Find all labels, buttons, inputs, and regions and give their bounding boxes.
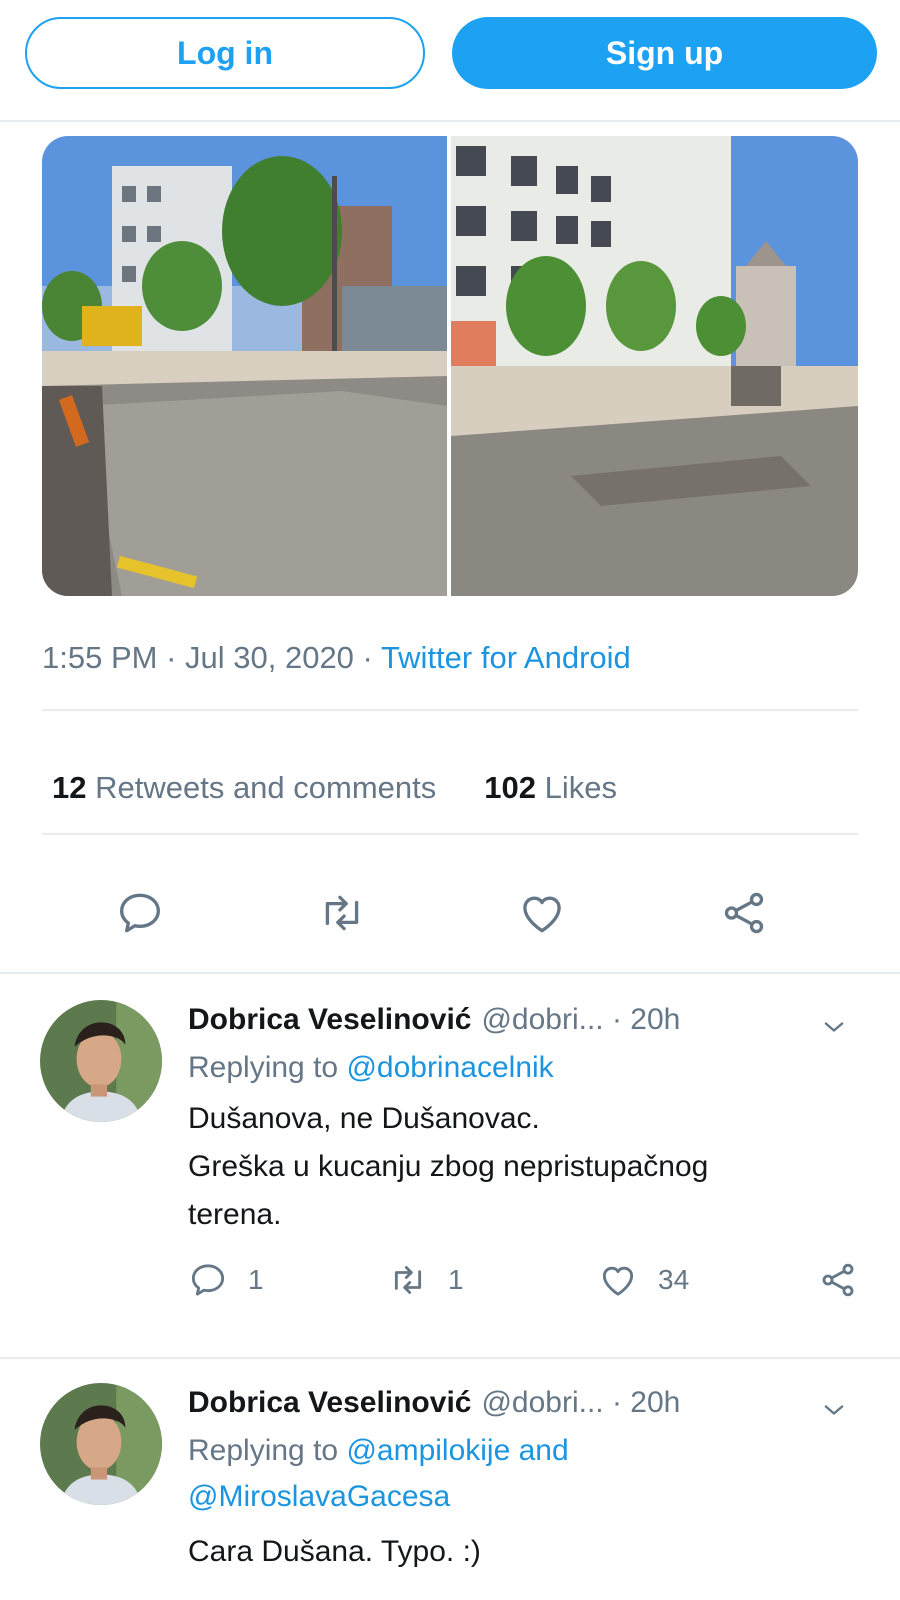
divider [0,1357,900,1359]
likes-label: Likes [544,770,617,805]
retweet-count: 1 [448,1264,464,1295]
like-count: 34 [658,1264,690,1295]
likes-count: 102 [484,770,536,805]
street-construction-photo-left [42,136,447,596]
mention-link[interactable]: @MiroslavaGacesa [188,1480,450,1513]
like-button[interactable]: 34 [598,1260,689,1300]
tweet-date[interactable]: Jul 30, 2020 [185,640,354,675]
retweet-icon [325,895,359,931]
profile-photo [40,1000,162,1122]
divider [0,972,900,974]
reply-button[interactable] [112,885,168,941]
top-bar: Log in Sign up [0,0,900,122]
tweet-source-link[interactable]: Twitter for Android [381,640,631,675]
profile-photo [40,1383,162,1505]
retweets-stat[interactable]: 12 Retweets and comments [52,770,436,805]
tweet-media[interactable] [42,136,858,596]
reply-header: Dobrica Veselinović @dobri... · 20h [188,1386,680,1420]
replying-to: Replying to @ampilokije and @MiroslavaGa… [188,1428,569,1520]
chevron-down-icon[interactable] [818,1013,850,1041]
reply-icon [191,1264,225,1296]
share-icon [822,1263,854,1297]
reply-text: Cara Dušana. Typo. :) [188,1528,481,1576]
reply-text-line: Greška u kucanju zbog nepristupačnog [188,1150,709,1183]
author-name[interactable]: Dobrica Veselinović [188,1386,471,1419]
author-name[interactable]: Dobrica Veselinović [188,1003,471,1036]
share-button[interactable] [818,1260,858,1300]
retweet-button[interactable] [314,885,370,941]
reply-time[interactable]: · 20h [612,1386,680,1419]
tweet-timestamp: 1:55 PM · Jul 30, 2020 · Twitter for And… [42,640,631,676]
retweet-button[interactable]: 1 [388,1260,464,1300]
tweet-photo-left[interactable] [42,136,447,596]
signup-button[interactable]: Sign up [452,17,877,89]
tweet-time: 1:55 PM [42,640,158,675]
replying-prefix: Replying to [188,1051,339,1084]
divider [42,833,858,835]
tweet-stats: 12 Retweets and comments 102 Likes [52,770,617,806]
heart-icon [602,1266,634,1296]
reply-actions: 1 1 34 [0,1260,900,1304]
share-icon [724,892,764,934]
reply-time[interactable]: · 20h [612,1003,680,1036]
reply-header: Dobrica Veselinović @dobri... · 20h [188,1003,680,1037]
reply-text-line: Cara Dušana. Typo. :) [188,1535,481,1568]
reply-text-line: Dušanova, ne Dušanovac. [188,1102,540,1135]
reply-text: Dušanova, ne Dušanovac. Greška u kucanju… [188,1095,708,1239]
divider [42,709,858,711]
reply-count: 1 [248,1264,264,1295]
meta-separator: · [157,640,186,675]
mention-link[interactable]: @dobrinacelnik [346,1051,553,1084]
reply-tweet[interactable]: Dobrica Veselinović @dobri... · 20h Reply… [0,1378,900,1600]
reply-text-line: terena. [188,1198,282,1231]
reply-icon [120,893,160,933]
likes-stat[interactable]: 102 Likes [484,770,617,805]
tweet-photo-right[interactable] [451,136,858,596]
login-button[interactable]: Log in [25,17,425,89]
reply-tweet[interactable]: Dobrica Veselinović @dobri... · 20h Reply… [0,995,900,1335]
retweets-label: Retweets and comments [95,770,437,805]
meta-separator: · [353,640,381,675]
retweet-icon [394,1266,422,1294]
reply-button[interactable]: 1 [188,1260,264,1300]
replying-prefix: Replying to [188,1434,339,1467]
share-button[interactable] [716,885,772,941]
avatar[interactable] [40,1383,162,1505]
heart-icon [523,896,561,933]
avatar[interactable] [40,1000,162,1122]
replying-to: Replying to @dobrinacelnik [188,1045,554,1091]
tweet-actions [0,885,900,945]
street-construction-photo-right [451,136,858,596]
retweets-count: 12 [52,770,87,805]
author-handle[interactable]: @dobri... [481,1386,603,1419]
divider [0,120,900,122]
chevron-down-icon[interactable] [818,1396,850,1424]
author-handle[interactable]: @dobri... [481,1003,603,1036]
like-button[interactable] [514,885,570,941]
mention-link[interactable]: @ampilokije and [346,1434,568,1467]
